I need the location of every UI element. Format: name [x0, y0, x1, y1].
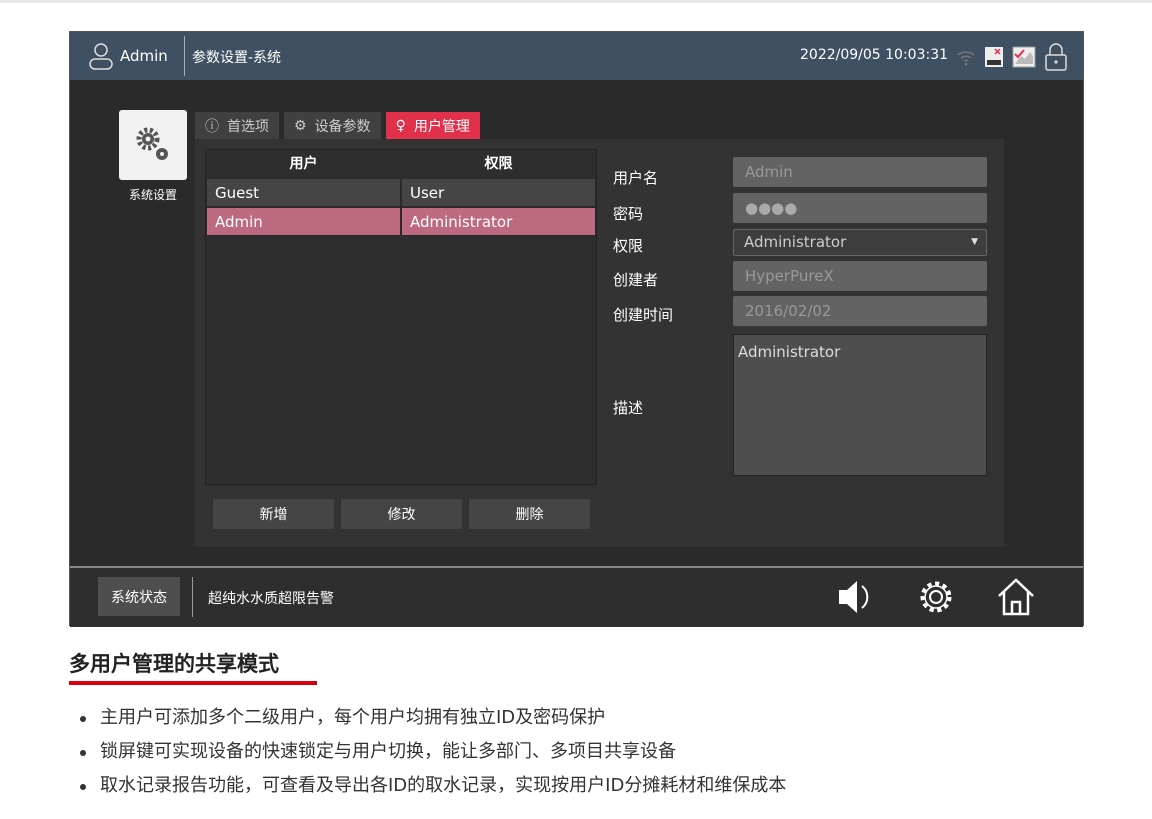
datetime: 2022/09/05 10:03:31 — [800, 47, 949, 63]
role-label: 权限 — [613, 237, 644, 255]
description-textarea[interactable]: Administrator — [733, 334, 987, 476]
cell-role: Administrator — [401, 207, 596, 236]
system-status-button[interactable]: 系统状态 — [98, 577, 180, 616]
tab-label: 用户管理 — [413, 118, 470, 135]
tab-bar: ⓘ 首选项 ⚙ 设备参数 ♀ 用户管理 — [195, 112, 480, 139]
username-field[interactable]: Admin — [733, 157, 987, 187]
heading-underline — [69, 681, 317, 685]
created-time-label: 创建时间 — [613, 306, 674, 324]
list-item: 取水记录报告功能，可查看及导出各ID的取水记录，实现按用户ID分摊耗材和维保成本 — [78, 774, 786, 808]
wifi-icon — [957, 51, 975, 66]
system-settings-label: 系统设置 — [128, 188, 177, 202]
gear-icon: ⚙ — [294, 117, 307, 134]
creator-field[interactable]: HyperPureX — [733, 261, 987, 291]
column-header-role: 权限 — [484, 156, 513, 172]
alarm-message: 超纯水水质超限告警 — [208, 591, 334, 607]
role-select[interactable]: Administrator ▼ — [733, 229, 987, 256]
list-item: 锁屏键可实现设备的快速锁定与用户切换，能让多部门、多项目共享设备 — [78, 740, 786, 774]
role-value: Administrator — [744, 233, 847, 251]
creator-label: 创建者 — [613, 271, 659, 289]
column-header-user: 用户 — [289, 156, 318, 172]
feature-list: 主用户可添加多个二级用户，每个用户均拥有独立ID及密码保护 锁屏键可实现设备的快… — [78, 706, 786, 808]
user-account[interactable]: Admin — [88, 42, 168, 70]
section-heading: 多用户管理的共享模式 — [69, 652, 279, 676]
password-label: 密码 — [613, 205, 644, 223]
cell-user: Admin — [206, 207, 401, 236]
user-icon: ♀ — [395, 117, 406, 134]
password-field[interactable]: ●●●● — [733, 193, 987, 223]
bottom-separator — [192, 577, 193, 617]
delete-button[interactable]: 删除 — [469, 499, 590, 529]
header-bar: Admin 参数设置-系统 2022/09/05 10:03:31 — [70, 32, 1083, 80]
edit-button[interactable]: 修改 — [341, 499, 462, 529]
lock-icon[interactable] — [1044, 42, 1068, 72]
list-item: 主用户可添加多个二级用户，每个用户均拥有独立ID及密码保护 — [78, 706, 786, 740]
created-time-field[interactable]: 2016/02/02 — [733, 296, 987, 326]
user-management-panel: 用户 权限 Guest User Admin Administrator 新增 修改 … — [195, 139, 1004, 547]
gears-icon — [136, 127, 168, 160]
description-label: 描述 — [613, 399, 644, 417]
info-icon: ⓘ — [205, 118, 219, 135]
add-button[interactable]: 新增 — [213, 499, 334, 529]
tab-user-management[interactable]: ♀ 用户管理 — [385, 112, 480, 139]
page-title: 参数设置-系统 — [192, 50, 282, 66]
user-table: 用户 权限 Guest User Admin Administrator — [205, 149, 597, 485]
tab-preferences[interactable]: ⓘ 首选项 — [195, 112, 279, 139]
top-divider — [0, 0, 1152, 3]
cell-user: Guest — [206, 178, 401, 207]
user-icon — [89, 43, 113, 70]
header-separator — [184, 36, 185, 76]
device-screen: Admin 参数设置-系统 2022/09/05 10:03:31 系统设置 ⓘ… — [69, 31, 1084, 627]
username-label: 用户名 — [613, 169, 659, 187]
tab-label: 设备参数 — [314, 118, 371, 135]
dropdown-arrow-icon: ▼ — [971, 237, 978, 247]
tab-device-params[interactable]: ⚙ 设备参数 — [284, 112, 381, 139]
bottom-bar: 系统状态 超纯水水质超限告警 — [70, 566, 1083, 627]
cell-role: User — [401, 178, 596, 207]
table-row-selected[interactable]: Admin Administrator — [206, 207, 596, 236]
tab-label: 首选项 — [227, 118, 269, 135]
table-row[interactable]: Guest User — [206, 178, 596, 207]
speaker-icon[interactable] — [835, 576, 877, 618]
home-icon[interactable] — [995, 576, 1037, 618]
chart-check-icon — [1012, 46, 1036, 68]
user-name: Admin — [120, 47, 168, 65]
system-settings-button[interactable] — [119, 110, 187, 180]
usb-disconnected-icon — [985, 47, 1003, 67]
settings-gear-icon[interactable] — [915, 576, 957, 618]
